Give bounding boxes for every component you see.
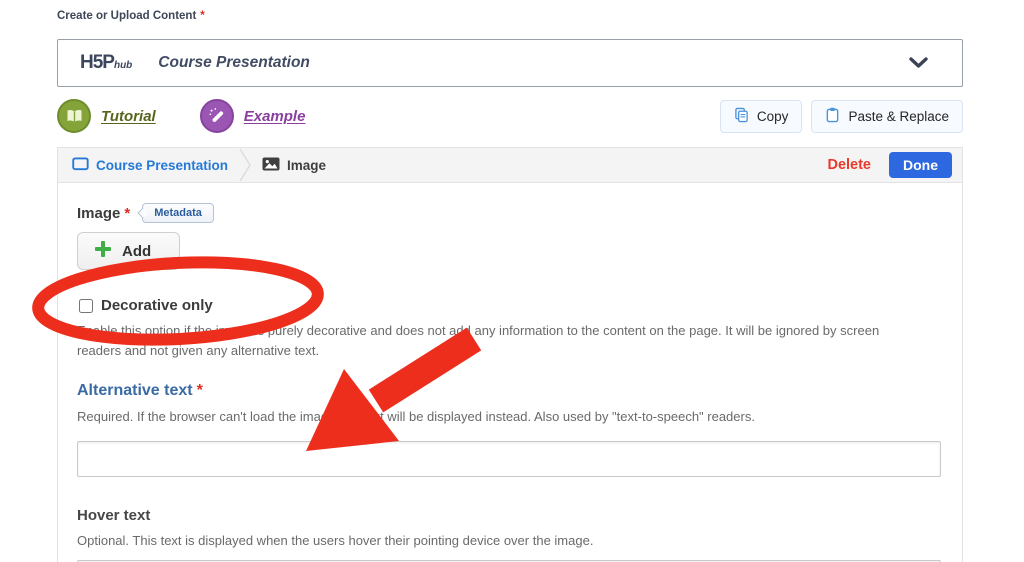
book-icon [57,99,91,133]
create-upload-label: Create or Upload Content * [57,10,205,22]
paste-replace-button[interactable]: Paste & Replace [811,99,963,133]
hover-text-heading: Hover text [77,506,151,524]
h5p-hub-logo: H5Phub [80,52,132,74]
example-link[interactable]: Example [199,99,306,133]
decorative-description-line2: readers and not given any alternative te… [77,342,320,358]
copy-icon [734,107,749,126]
copy-button[interactable]: Copy [719,99,803,133]
image-field-label: Image * [77,205,130,222]
content-type-select[interactable]: H5Phub Course Presentation [57,39,963,87]
decorative-only-label: Decorative only [101,297,213,314]
alternative-text-input[interactable] [77,440,941,477]
image-required-asterisk: * [124,204,131,222]
example-label: Example [243,107,306,125]
content-type-value: Course Presentation [158,54,310,71]
create-upload-label-text: Create or Upload Content [57,10,197,22]
editor-frame: Course Presentation Image Delete Done Im… [57,147,963,562]
alt-text-required-asterisk: * [196,382,203,399]
breadcrumb-image: Image [262,157,326,174]
clipboard-icon [825,107,840,126]
alternative-text-heading: Alternative text * [77,382,962,400]
required-asterisk: * [200,10,205,22]
breadcrumb-current-label: Image [287,157,327,173]
breadcrumb-course-presentation[interactable]: Course Presentation [72,156,229,174]
chevron-down-icon[interactable] [909,57,928,69]
image-field-label-text: Image [77,204,121,222]
decorative-description: Enable this option if the image is purel… [77,321,957,360]
breadcrumb-separator-icon [238,148,252,182]
h5p-logo-sub: hub [113,60,133,71]
decorative-only-row: Decorative only [79,297,962,314]
hover-text-description: Optional. This text is displayed when th… [77,532,594,548]
h5p-logo-text: H5P [80,52,115,73]
clipboard-buttons: Copy Paste & Replace [719,99,963,133]
add-button-label: Add [122,242,152,260]
plus-icon [94,240,112,261]
tutorial-link[interactable]: Tutorial [57,99,156,133]
image-field-header: Image * Metadata [77,203,962,223]
magic-wand-icon [199,99,234,133]
delete-button[interactable]: Delete [827,157,871,173]
tutorial-label: Tutorial [101,107,156,125]
resource-row: Tutorial Example Copy Paste & Replace [57,96,963,136]
metadata-button[interactable]: Metadata [142,203,214,223]
h5p-editor-page: Create or Upload Content * H5Phub Course … [0,0,1024,562]
breadcrumb: Course Presentation Image Delete Done [58,147,962,183]
image-icon [262,157,280,174]
add-image-button[interactable]: Add [77,232,181,270]
copy-button-label: Copy [756,108,789,124]
breadcrumb-actions: Delete Done [827,152,952,178]
paste-replace-button-label: Paste & Replace [848,108,949,124]
decorative-only-checkbox[interactable] [79,298,93,313]
alternative-text-heading-text: Alternative text [77,382,193,399]
presentation-screen-icon [72,156,89,174]
breadcrumb-root-label: Course Presentation [96,157,229,173]
alternative-text-description: Required. If the browser can't load the … [77,409,755,424]
done-button[interactable]: Done [889,152,952,178]
decorative-description-line1: Enable this option if the image is purel… [77,323,880,338]
